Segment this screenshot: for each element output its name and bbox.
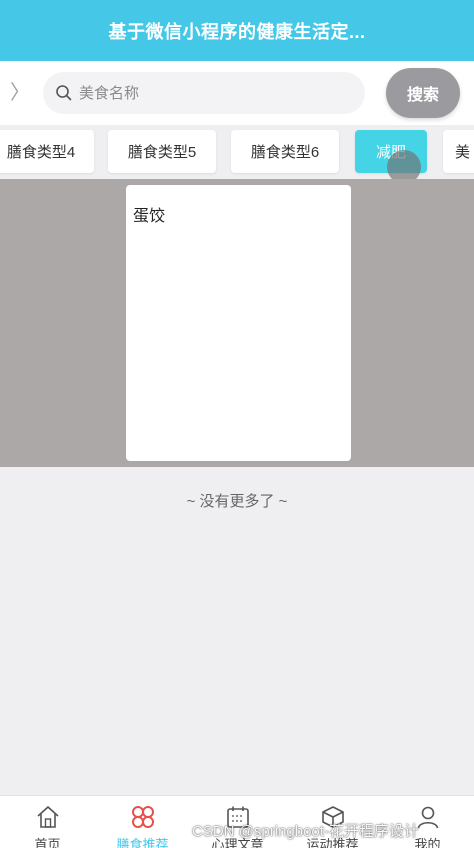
search-box[interactable]	[43, 72, 365, 114]
tab-label: 膳食类型5	[127, 144, 197, 161]
tabbar-item-diet[interactable]: 膳食推荐	[95, 796, 190, 848]
search-button[interactable]: 搜索	[386, 68, 460, 118]
search-icon	[56, 85, 72, 101]
tab-category-5[interactable]: 膳食类型5	[108, 130, 216, 173]
food-name: 蛋饺	[133, 208, 166, 225]
clover-icon	[132, 806, 154, 828]
food-list: 蛋饺	[0, 179, 474, 467]
search-input[interactable]	[79, 84, 339, 102]
tab-beauty[interactable]: 美	[443, 130, 474, 173]
tab-label: 膳食类型6	[250, 144, 320, 161]
app-header: 基于微信小程序的健康生活定...	[0, 0, 474, 61]
watermark: CSDN @springboot-花开程序设计	[192, 823, 419, 840]
list-end-message: ~ 没有更多了 ~	[186, 493, 288, 510]
tab-category-6[interactable]: 膳食类型6	[231, 130, 339, 173]
search-bar: 〉 搜索	[0, 61, 474, 125]
tabbar-item-home[interactable]: 首页	[0, 796, 95, 848]
tab-label: 膳食类型4	[6, 144, 76, 161]
tab-label: 美	[455, 144, 471, 161]
food-card[interactable]: 蛋饺	[126, 185, 351, 461]
chevron-left-icon[interactable]: 〉	[10, 81, 30, 105]
tabbar-label: 膳食推荐	[116, 837, 169, 848]
tab-category-4[interactable]: 膳食类型4	[0, 130, 94, 173]
home-icon	[37, 806, 59, 828]
page-title: 基于微信小程序的健康生活定...	[108, 21, 366, 42]
tabbar-label: 首页	[34, 837, 61, 848]
